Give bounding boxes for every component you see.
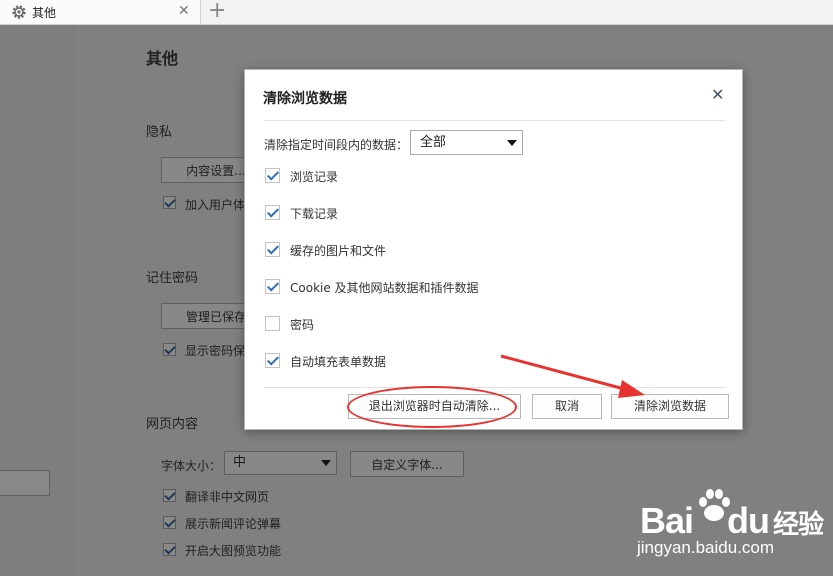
watermark-brand-a: Bai <box>640 500 694 541</box>
watermark-brand-c: 经验 <box>773 509 824 539</box>
paw-icon <box>699 489 730 521</box>
watermark-url: jingyan.baidu.com <box>637 538 775 557</box>
